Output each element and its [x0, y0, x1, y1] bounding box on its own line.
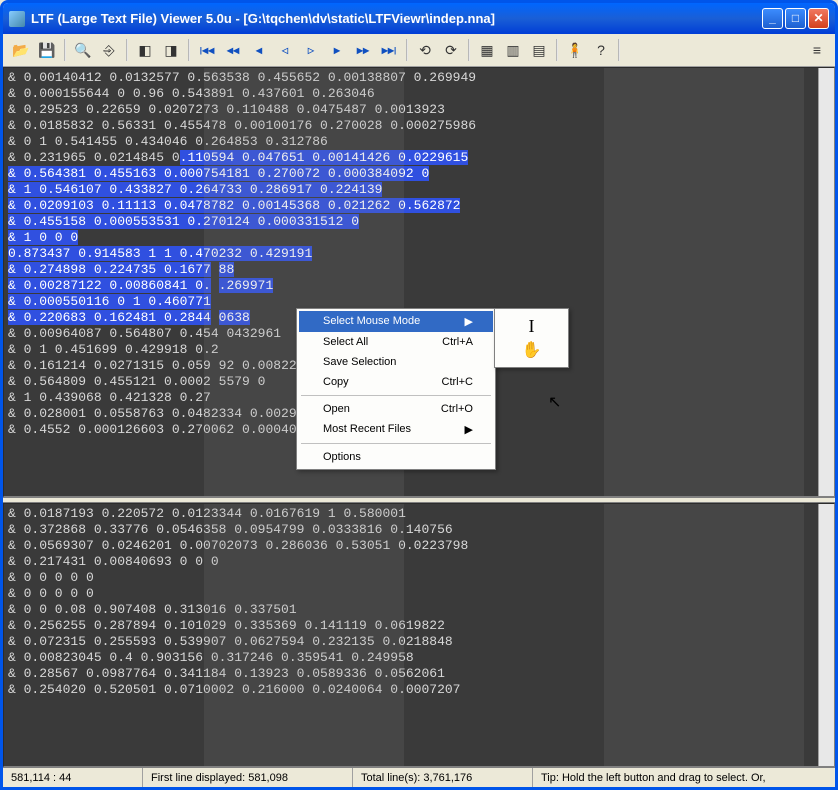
- menu-item[interactable]: CopyCtrl+C: [299, 372, 493, 392]
- text-line[interactable]: & 0.0209103 0.11113 0.0478782 0.00145368…: [8, 198, 830, 214]
- text-line[interactable]: & 0 0 0.08 0.907408 0.313016 0.337501: [8, 602, 830, 618]
- statusbar: 581,114 : 44 First line displayed: 581,0…: [3, 767, 835, 787]
- nav-back10-button[interactable]: ◀◀: [221, 38, 245, 62]
- toolbar-separator: [468, 39, 470, 61]
- titlebar[interactable]: LTF (Large Text File) Viewer 5.0u - [G:\…: [3, 3, 835, 34]
- text-line[interactable]: & 0 0 0 0 0: [8, 586, 830, 602]
- toolbar-separator: [64, 39, 66, 61]
- nav-fwd-button[interactable]: ▶: [325, 38, 349, 62]
- text-line[interactable]: & 0.231965 0.0214845 0.110594 0.047651 0…: [8, 150, 830, 166]
- goto-button[interactable]: ⎆: [97, 38, 121, 62]
- text-line[interactable]: & 0.29523 0.22659 0.0207273 0.110488 0.0…: [8, 102, 830, 118]
- text-line[interactable]: & 0 1 0.541455 0.434046 0.264853 0.31278…: [8, 134, 830, 150]
- text-line[interactable]: & 0.28567 0.0987764 0.341184 0.13923 0.0…: [8, 666, 830, 682]
- text-line[interactable]: & 0.256255 0.287894 0.101029 0.335369 0.…: [8, 618, 830, 634]
- nav-next-button[interactable]: ▷: [299, 38, 323, 62]
- status-position: 581,114 : 44: [3, 768, 143, 787]
- text-line[interactable]: & 0.00287122 0.00860841 0. .269971: [8, 278, 830, 294]
- text-line[interactable]: & 0.00823045 0.4 0.903156 0.317246 0.359…: [8, 650, 830, 666]
- view1-button[interactable]: ▦: [475, 38, 499, 62]
- menu-item[interactable]: Select AllCtrl+A: [299, 332, 493, 352]
- hand-cursor-mode[interactable]: ✋: [522, 340, 542, 360]
- text-line[interactable]: & 0.254020 0.520501 0.0710002 0.216000 0…: [8, 682, 830, 698]
- nav-prev-button[interactable]: ◁: [273, 38, 297, 62]
- text-line[interactable]: & 0 0 0 0 0: [8, 570, 830, 586]
- text-line[interactable]: & 0.274898 0.224735 0.1677 88: [8, 262, 830, 278]
- text-line[interactable]: & 0.00140412 0.0132577 0.563538 0.455652…: [8, 70, 830, 86]
- menu-separator: [301, 443, 491, 444]
- text-line[interactable]: & 0.0569307 0.0246201 0.00702073 0.28603…: [8, 538, 830, 554]
- nav-last-button[interactable]: ▶▶|: [377, 38, 401, 62]
- text-line[interactable]: & 0.000155644 0 0.96 0.543891 0.437601 0…: [8, 86, 830, 102]
- toolbar: 📂 💾 🔍 ⎆ ◧ ◨ |◀◀ ◀◀ ◀ ◁ ▷ ▶ ▶▶ ▶▶| ⟲ ⟳ ▦ …: [3, 34, 835, 67]
- text-cursor-mode[interactable]: I: [529, 316, 535, 337]
- text-line[interactable]: & 0.564381 0.455163 0.000754181 0.270072…: [8, 166, 830, 182]
- status-first-line: First line displayed: 581,098: [143, 768, 353, 787]
- toolbar-separator: [188, 39, 190, 61]
- view2-button[interactable]: ▥: [501, 38, 525, 62]
- toolbar-separator: [618, 39, 620, 61]
- toolbar-separator: [126, 39, 128, 61]
- text-line[interactable]: & 0.0185832 0.56331 0.455478 0.00100176 …: [8, 118, 830, 134]
- minimize-button[interactable]: _: [762, 8, 783, 29]
- window-title: LTF (Large Text File) Viewer 5.0u - [G:\…: [31, 11, 495, 26]
- text-line[interactable]: & 0.455158 0.000553531 0.270124 0.000331…: [8, 214, 830, 230]
- text-line[interactable]: & 1 0 0 0: [8, 230, 830, 246]
- save-button[interactable]: 💾: [35, 38, 59, 62]
- menu-separator: [301, 395, 491, 396]
- redo-button[interactable]: ⟳: [439, 38, 463, 62]
- mouse-mode-submenu[interactable]: I ✋: [494, 308, 569, 368]
- menu-item[interactable]: Select Mouse Mode▶: [299, 311, 493, 332]
- text-line[interactable]: & 0.217431 0.00840693 0 0 0: [8, 554, 830, 570]
- nav-fwd10-button[interactable]: ▶▶: [351, 38, 375, 62]
- undo-button[interactable]: ⟲: [413, 38, 437, 62]
- menu-item[interactable]: Save Selection: [299, 352, 493, 372]
- scrollbar-vertical[interactable]: [818, 504, 834, 766]
- nav-first-button[interactable]: |◀◀: [195, 38, 219, 62]
- text-line[interactable]: & 0.372868 0.33776 0.0546358 0.0954799 0…: [8, 522, 830, 538]
- menu-item[interactable]: Most Recent Files▶: [299, 419, 493, 440]
- menu-button[interactable]: ≡: [805, 38, 829, 62]
- bookmark-a-button[interactable]: ◧: [133, 38, 157, 62]
- menu-item[interactable]: Options: [299, 447, 493, 467]
- scrollbar-vertical[interactable]: [818, 68, 834, 496]
- find-button[interactable]: 🔍: [71, 38, 95, 62]
- help2-button[interactable]: ?: [589, 38, 613, 62]
- menu-item[interactable]: OpenCtrl+O: [299, 399, 493, 419]
- nav-back-button[interactable]: ◀: [247, 38, 271, 62]
- status-total-lines: Total line(s): 3,761,176: [353, 768, 533, 787]
- close-button[interactable]: ✕: [808, 8, 829, 29]
- toolbar-separator: [556, 39, 558, 61]
- bookmark-b-button[interactable]: ◨: [159, 38, 183, 62]
- maximize-button[interactable]: □: [785, 8, 806, 29]
- help1-button[interactable]: 🧍: [563, 38, 587, 62]
- text-line[interactable]: & 0.072315 0.255593 0.539907 0.0627594 0…: [8, 634, 830, 650]
- text-pane-bottom[interactable]: & 0.0187193 0.220572 0.0123344 0.0167619…: [3, 503, 835, 767]
- app-icon: [9, 11, 25, 27]
- text-line[interactable]: & 0.0187193 0.220572 0.0123344 0.0167619…: [8, 506, 830, 522]
- view3-button[interactable]: ▤: [527, 38, 551, 62]
- context-menu[interactable]: Select Mouse Mode▶Select AllCtrl+ASave S…: [296, 308, 496, 470]
- text-line[interactable]: & 1 0.546107 0.433827 0.264733 0.286917 …: [8, 182, 830, 198]
- toolbar-separator: [406, 39, 408, 61]
- open-button[interactable]: 📂: [9, 38, 33, 62]
- status-tip: Tip: Hold the left button and drag to se…: [533, 768, 835, 787]
- text-line[interactable]: 0.873437 0.914583 1 1 0.470232 0.429191: [8, 246, 830, 262]
